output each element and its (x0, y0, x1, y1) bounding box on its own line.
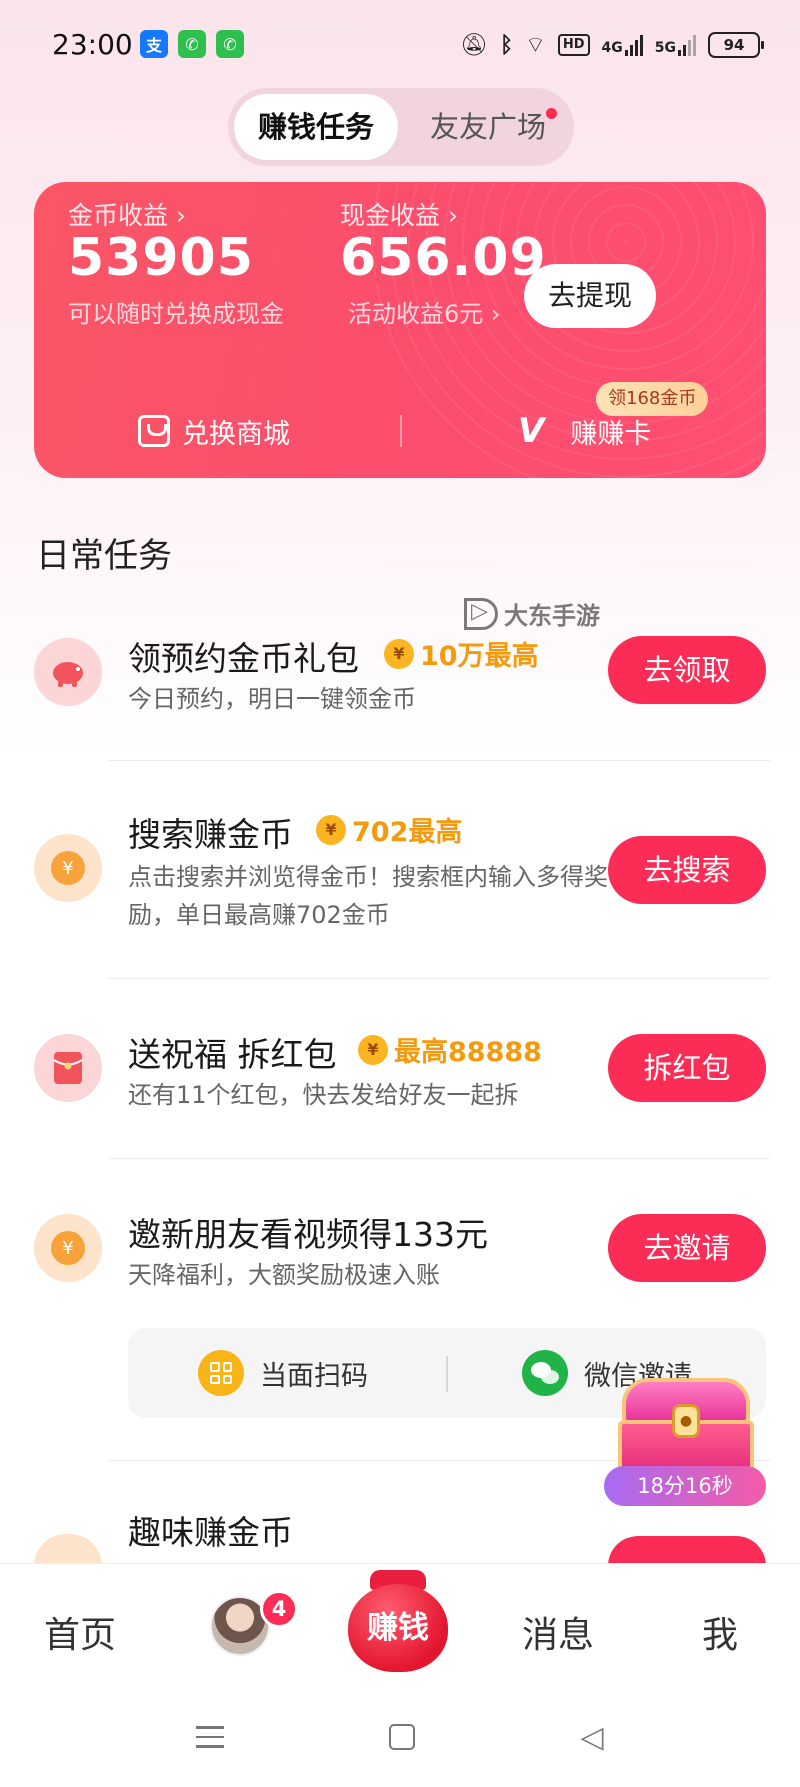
earnings-card: 金币收益 › 53905 可以随时兑换成现金 现金收益 › 656.09 活动收… (34, 182, 766, 478)
yen-coin-icon: ¥ (34, 1214, 102, 1282)
coin-icon: ¥ (384, 638, 414, 669)
shopping-bag-icon (138, 415, 170, 447)
card-divider (400, 415, 402, 447)
task-description: 点击搜索并浏览得金币！搜索框内输入多得奖励，单日最高赚702金币 (128, 863, 608, 929)
activity-earnings-link[interactable]: 活动收益6元 › (348, 294, 501, 329)
divider (108, 760, 770, 761)
v-card-icon: V (518, 411, 545, 451)
wifi-icon: ⌔ (525, 33, 546, 58)
divider (108, 1158, 770, 1159)
cash-earnings-value: 656.09 (340, 228, 547, 288)
coin-icon: ¥ (316, 814, 346, 845)
partial-task-button[interactable] (608, 1536, 766, 1566)
qr-code-icon (198, 1350, 244, 1396)
watermark: 大东手游 (464, 596, 600, 631)
divider (108, 978, 770, 979)
coin-earnings-hint: 可以随时兑换成现金 (68, 300, 284, 328)
home-square-icon[interactable] (382, 1717, 422, 1757)
task-description: 还有11个红包，快去发给好友一起拆 (128, 1081, 519, 1109)
fun-coin-icon (34, 1534, 102, 1566)
bottom-nav: 首页 4 赚钱 消息 我 (0, 1563, 800, 1687)
invite-button[interactable]: 去邀请 (608, 1214, 766, 1282)
chest-timer: 18分16秒 (604, 1466, 766, 1506)
bluetooth-icon: ᛒ (499, 32, 514, 58)
task-reward: ¥ 10万最高 (384, 634, 539, 673)
coin-icon: ¥ (358, 1034, 388, 1065)
cash-earnings-link[interactable]: 现金收益 › (340, 196, 458, 232)
exchange-shop-button[interactable]: 兑换商城 (138, 408, 290, 454)
signal-4g-icon: 4G (602, 34, 643, 56)
task-reward: ¥ 最高88888 (358, 1030, 542, 1069)
hd-icon: HD (557, 34, 590, 56)
new-dot-badge (546, 108, 557, 119)
top-segment-tabs: 赚钱任务 友友广场 (228, 88, 574, 166)
daily-tasks-title: 日常任务 (36, 536, 172, 576)
menu-icon[interactable] (190, 1717, 230, 1757)
nav-me[interactable]: 我 (702, 1606, 738, 1658)
watermark-logo-icon (464, 597, 498, 630)
tab-earn-tasks[interactable]: 赚钱任务 (234, 94, 398, 160)
scan-qr-option[interactable]: 当面扫码 (198, 1328, 368, 1418)
mute-bell-icon: 🔕︎ (460, 32, 488, 58)
red-envelope-icon (34, 1034, 102, 1102)
open-red-envelope-button[interactable]: 拆红包 (608, 1034, 766, 1102)
nav-messages[interactable]: 消息 (522, 1606, 594, 1658)
withdraw-button[interactable]: 去提现 (524, 264, 656, 328)
task-reward: ¥ 702最高 (316, 810, 462, 849)
nav-earn[interactable]: 赚钱 (348, 1570, 448, 1674)
task-description: 天降福利，大额奖励极速入账 (128, 1261, 440, 1289)
task-title: 领预约金币礼包 (128, 639, 359, 678)
status-bar: 23:00 支 ✆ ✆ 🔕︎ ᛒ ⌔ HD 4G 5G 94 (0, 0, 800, 92)
nav-home[interactable]: 首页 (44, 1606, 116, 1658)
battery-icon: 94 (708, 32, 764, 58)
task-title: 邀新朋友看视频得133元 (128, 1215, 488, 1254)
task-title: 送祝福 拆红包 (128, 1035, 337, 1074)
alipay-icon: 支 (140, 30, 168, 58)
phone-icon: ✆ (178, 30, 206, 58)
task-description: 今日预约，明日一键领金币 (128, 685, 416, 713)
task-title: 趣味赚金币 (128, 1513, 293, 1552)
signal-5g-icon: 5G (655, 34, 696, 56)
zhuanzhuan-card-badge: 领168金币 (596, 382, 709, 416)
back-triangle-icon[interactable]: ◁ (572, 1717, 612, 1757)
phone-icon: ✆ (216, 30, 244, 58)
wechat-icon (522, 1350, 568, 1396)
yen-coin-icon: ¥ (34, 834, 102, 902)
zhuanzhuan-card-label: 赚赚卡 (570, 418, 652, 450)
exchange-shop-label: 兑换商城 (182, 418, 290, 450)
invite-divider (446, 1356, 448, 1392)
tab-friends-square[interactable]: 友友广场 (418, 94, 558, 160)
avatar-badge: 4 (260, 1590, 298, 1628)
status-icons: 🔕︎ ᛒ ⌔ HD 4G 5G 94 (460, 28, 764, 62)
coin-earnings-link[interactable]: 金币收益 › (68, 196, 186, 232)
coin-earnings-value: 53905 (68, 228, 254, 288)
piggy-bank-icon (34, 638, 102, 706)
status-time: 23:00 (52, 28, 133, 61)
system-nav-bar: ◁ (0, 1687, 800, 1787)
task-title: 搜索赚金币 (128, 815, 293, 854)
claim-button[interactable]: 去领取 (608, 636, 766, 704)
scan-qr-label: 当面扫码 (260, 1360, 368, 1392)
search-button[interactable]: 去搜索 (608, 836, 766, 904)
